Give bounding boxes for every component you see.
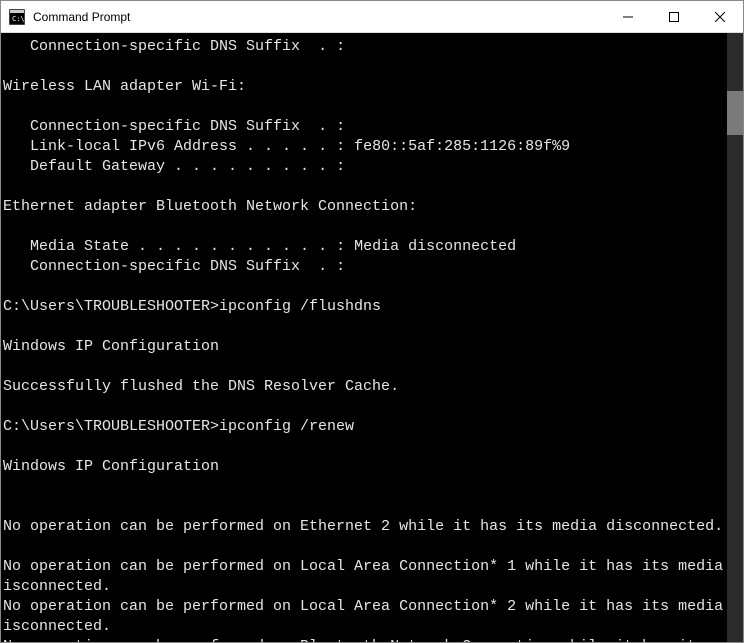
- terminal-line: C:\Users\TROUBLESHOOTER>ipconfig /flushd…: [3, 297, 743, 317]
- terminal-line: No operation can be performed on Etherne…: [3, 517, 743, 537]
- terminal-line: Successfully flushed the DNS Resolver Ca…: [3, 377, 743, 397]
- terminal-line: [3, 497, 743, 517]
- terminal-line: Ethernet adapter Bluetooth Network Conne…: [3, 197, 743, 217]
- svg-text:C:\: C:\: [12, 15, 25, 23]
- terminal-line: [3, 177, 743, 197]
- terminal-line: Wireless LAN adapter Wi-Fi:: [3, 77, 743, 97]
- terminal-line: [3, 97, 743, 117]
- terminal-line: Media State . . . . . . . . . . . : Medi…: [3, 237, 743, 257]
- terminal-line: [3, 57, 743, 77]
- titlebar: C:\ Command Prompt: [1, 1, 743, 33]
- terminal-line: [3, 537, 743, 557]
- terminal-line: [3, 437, 743, 457]
- terminal-line: Windows IP Configuration: [3, 457, 743, 477]
- terminal-line: No operation can be performed on Bluetoo…: [3, 637, 743, 642]
- terminal-line: No operation can be performed on Local A…: [3, 557, 743, 597]
- terminal-line: Link-local IPv6 Address . . . . . : fe80…: [3, 137, 743, 157]
- terminal-line: [3, 357, 743, 377]
- terminal-output[interactable]: Connection-specific DNS Suffix . : Wirele…: [1, 33, 743, 642]
- terminal-line: Windows IP Configuration: [3, 337, 743, 357]
- terminal-line: C:\Users\TROUBLESHOOTER>ipconfig /renew: [3, 417, 743, 437]
- window-title: Command Prompt: [33, 10, 130, 24]
- cmd-icon: C:\: [9, 9, 25, 25]
- terminal-line: [3, 477, 743, 497]
- terminal-line: Connection-specific DNS Suffix . :: [3, 257, 743, 277]
- terminal-line: [3, 397, 743, 417]
- terminal-line: [3, 277, 743, 297]
- terminal-line: [3, 217, 743, 237]
- scrollbar-thumb[interactable]: [727, 91, 743, 135]
- terminal-line: No operation can be performed on Local A…: [3, 597, 743, 637]
- terminal-line: [3, 317, 743, 337]
- minimize-button[interactable]: [605, 1, 651, 32]
- terminal-line: Connection-specific DNS Suffix . :: [3, 37, 743, 57]
- terminal-line: Default Gateway . . . . . . . . . :: [3, 157, 743, 177]
- maximize-button[interactable]: [651, 1, 697, 32]
- terminal-line: Connection-specific DNS Suffix . :: [3, 117, 743, 137]
- close-button[interactable]: [697, 1, 743, 32]
